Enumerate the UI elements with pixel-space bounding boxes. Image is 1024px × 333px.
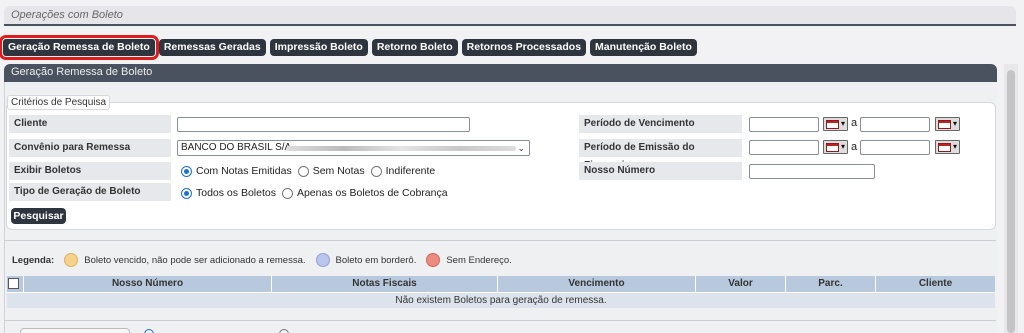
scrollbar-thumb[interactable] bbox=[1007, 70, 1015, 333]
yellow-dot-icon bbox=[64, 253, 79, 267]
section-title: Geração Remessa de Boleto bbox=[4, 64, 997, 82]
col-vencimento[interactable]: Vencimento bbox=[498, 276, 696, 292]
vencimento-end-input[interactable] bbox=[860, 117, 930, 132]
col-valor[interactable]: Valor bbox=[696, 276, 786, 292]
page-header: Operações com Boleto bbox=[4, 6, 1016, 26]
chevron-down-icon: ⌄ bbox=[517, 143, 525, 153]
convenio-label: Convênio para Remessa bbox=[9, 139, 171, 157]
emissao-label: Período de Emissão do Financeiro bbox=[579, 139, 742, 171]
range-separator: a bbox=[851, 117, 858, 129]
fieldset-legend: Critérios de Pesquisa bbox=[7, 95, 111, 110]
select-all-checkbox[interactable] bbox=[8, 278, 19, 289]
vencimento-start-input[interactable] bbox=[749, 117, 819, 132]
legend-item-bordero: Boleto em borderô. bbox=[315, 253, 416, 267]
legend-item-vencido: Boleto vencido, não pode ser adicionado … bbox=[64, 253, 306, 267]
emissao-start-input[interactable] bbox=[749, 140, 819, 155]
radio-icon[interactable] bbox=[181, 165, 192, 177]
blue-dot-icon bbox=[315, 253, 330, 267]
page: Operações com Boleto Geração Remessa de … bbox=[0, 0, 1024, 333]
tab-retorno-boleto[interactable]: Retorno Boleto bbox=[371, 38, 458, 56]
calendar-icon[interactable]: ▾ bbox=[935, 140, 960, 154]
tab-remessas-geradas[interactable]: Remessas Geradas bbox=[158, 38, 266, 56]
search-button[interactable]: Pesquisar bbox=[11, 208, 66, 224]
tipo-option-cobranca[interactable]: Apenas os Boletos de Cobrança bbox=[281, 187, 448, 199]
empty-message: Não existem Boletos para geração de reme… bbox=[7, 292, 995, 308]
vencimento-label: Período de Vencimento bbox=[579, 115, 742, 133]
exibir-label: Exibir Boletos bbox=[9, 162, 171, 180]
tipo-label: Tipo de Geração de Boleto bbox=[9, 183, 171, 201]
range-separator: a bbox=[851, 141, 858, 153]
legend-label: Legenda: bbox=[12, 254, 55, 266]
col-parcela[interactable]: Parc. bbox=[786, 276, 876, 292]
tipo-option-todos[interactable]: Todos os Boletos bbox=[181, 187, 276, 199]
emissao-end-input[interactable] bbox=[860, 140, 930, 155]
legend: Legenda: Boleto vencido, não pode ser ad… bbox=[12, 253, 522, 267]
convenio-select[interactable]: BANCO DO BRASIL S/A ⌄ bbox=[177, 140, 530, 156]
boletos-table: Nosso Número Notas Fiscais Vencimento Va… bbox=[7, 276, 995, 308]
col-cliente[interactable]: Cliente bbox=[876, 276, 995, 292]
convenio-selected-value: BANCO DO BRASIL S/A bbox=[181, 142, 292, 153]
tab-manutencao-boleto[interactable]: Manutenção Boleto bbox=[590, 38, 697, 56]
page-title: Operações com Boleto bbox=[11, 9, 123, 21]
col-notas-fiscais[interactable]: Notas Fiscais bbox=[272, 276, 498, 292]
radio-icon[interactable] bbox=[144, 329, 154, 333]
vertical-scrollbar[interactable] bbox=[1004, 64, 1018, 333]
calendar-icon[interactable]: ▾ bbox=[823, 117, 848, 131]
calendar-icon[interactable]: ▾ bbox=[823, 140, 848, 154]
exibir-option-com-notas[interactable]: Com Notas Emitidas bbox=[181, 165, 292, 177]
radio-icon[interactable] bbox=[279, 329, 289, 333]
legend-item-sem-endereco: Sem Endereço. bbox=[426, 253, 512, 267]
tab-impressao-boleto[interactable]: Impressão Boleto bbox=[269, 38, 368, 56]
tab-geracao-remessa[interactable]: Geração Remessa de Boleto bbox=[0, 34, 159, 60]
select-all-cell bbox=[7, 276, 24, 292]
radio-icon[interactable] bbox=[181, 187, 192, 199]
exibir-option-indiferente[interactable]: Indiferente bbox=[370, 165, 435, 177]
cliente-input[interactable] bbox=[177, 117, 470, 132]
radio-icon[interactable] bbox=[281, 187, 293, 199]
redacted-text bbox=[286, 146, 516, 151]
bottom-pill bbox=[20, 328, 130, 333]
nosso-numero-label: Nosso Número bbox=[579, 162, 742, 180]
tab-bar: Geração Remessa de Boleto Remessas Gerad… bbox=[0, 33, 697, 61]
bottom-controls bbox=[4, 320, 996, 333]
red-dot-icon bbox=[426, 253, 441, 267]
radio-icon[interactable] bbox=[297, 165, 309, 177]
exibir-radio-group: Com Notas Emitidas Sem Notas Indiferente bbox=[181, 165, 441, 177]
table-header: Nosso Número Notas Fiscais Vencimento Va… bbox=[7, 276, 995, 292]
radio-icon[interactable] bbox=[370, 165, 382, 177]
tipo-radio-group: Todos os Boletos Apenas os Boletos de Co… bbox=[181, 187, 454, 199]
nosso-numero-input[interactable] bbox=[749, 164, 875, 179]
cliente-label: Cliente bbox=[9, 115, 171, 133]
col-nosso-numero[interactable]: Nosso Número bbox=[24, 276, 272, 292]
calendar-icon[interactable]: ▾ bbox=[935, 117, 960, 131]
tab-retornos-processados[interactable]: Retornos Processados bbox=[461, 38, 587, 56]
exibir-option-sem-notas[interactable]: Sem Notas bbox=[297, 165, 365, 177]
